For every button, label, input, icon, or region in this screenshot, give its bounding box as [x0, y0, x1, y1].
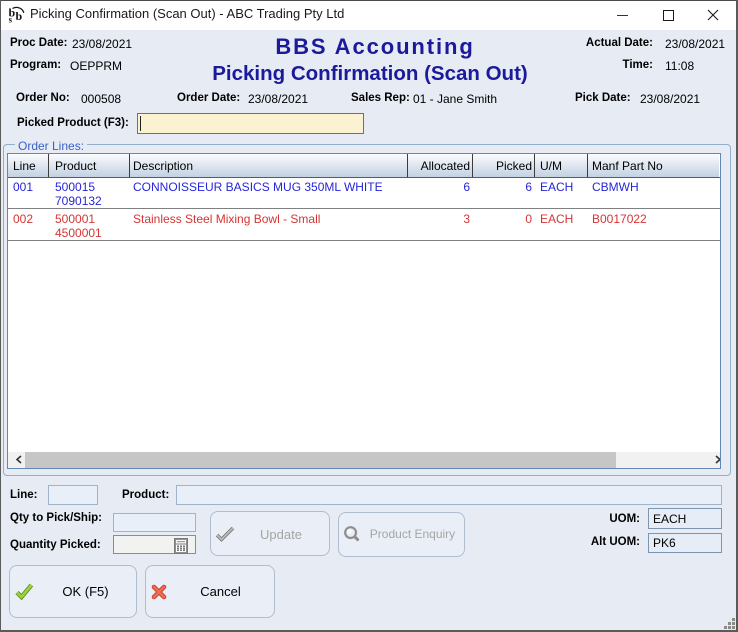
svg-text:s: s	[9, 15, 13, 24]
svg-text:b: b	[16, 9, 23, 23]
